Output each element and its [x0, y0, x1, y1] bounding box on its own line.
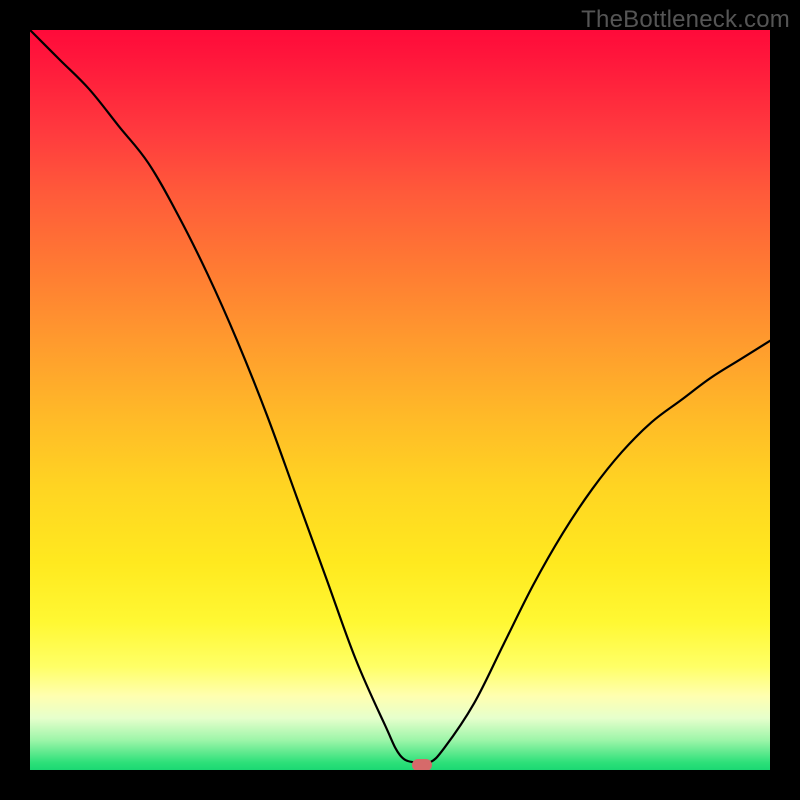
watermark-text: TheBottleneck.com [581, 6, 790, 34]
chart-plot-area [30, 30, 770, 770]
bottleneck-curve [30, 30, 770, 770]
min-marker [412, 759, 432, 770]
